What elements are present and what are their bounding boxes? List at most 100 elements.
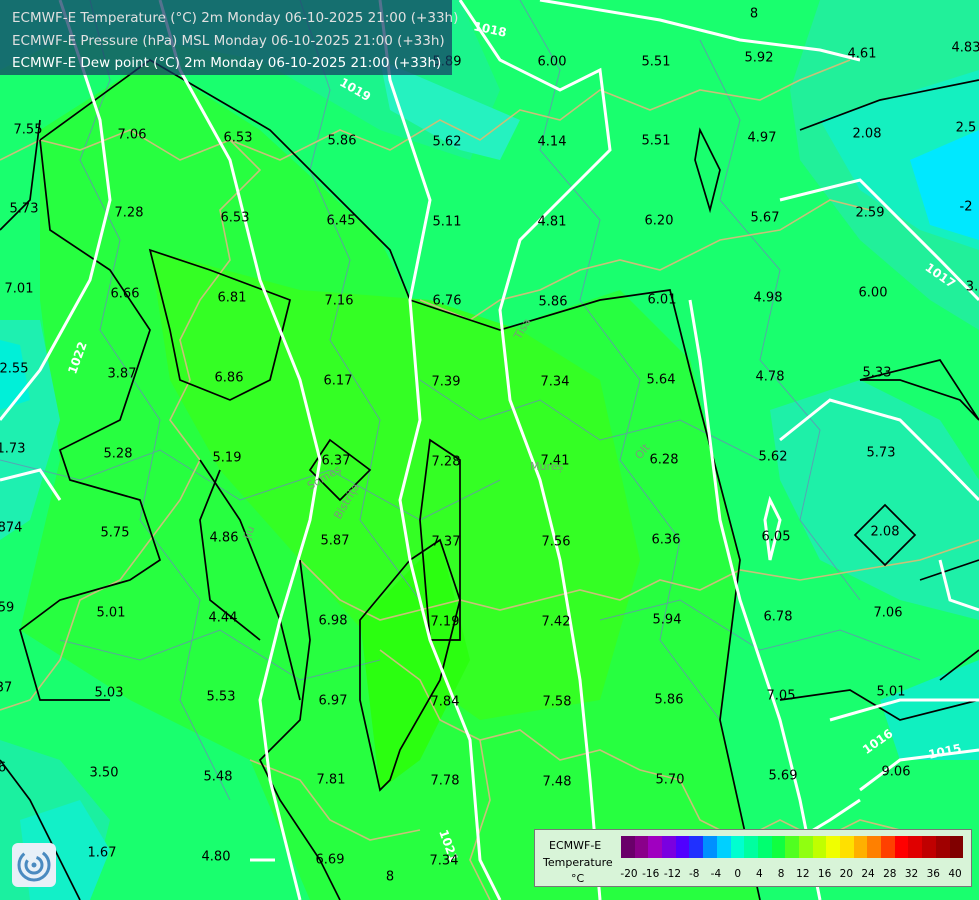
legend-tick-label: 40 bbox=[948, 868, 962, 880]
station-value: 5.51 bbox=[642, 134, 671, 149]
legend-model: ECMWF-E bbox=[549, 839, 602, 852]
station-value: 7.84 bbox=[431, 695, 460, 710]
station-value: 1.73 bbox=[0, 442, 25, 457]
station-value: 8 bbox=[750, 7, 758, 22]
station-value: 5.86 bbox=[655, 693, 684, 708]
station-value: 3. bbox=[966, 280, 978, 295]
legend-swatch bbox=[935, 836, 950, 858]
title-temperature: ECMWF-E Temperature (°C) 2m Monday 06-10… bbox=[12, 10, 459, 26]
station-value: 9.06 bbox=[882, 765, 911, 780]
station-value: 6.53 bbox=[221, 211, 250, 226]
station-value: 59 bbox=[0, 601, 14, 616]
station-value: 5.67 bbox=[751, 211, 780, 226]
station-value: 4.14 bbox=[538, 135, 567, 150]
legend-swatch bbox=[621, 836, 635, 858]
station-value: 7.39 bbox=[432, 375, 461, 390]
station-value: 5.62 bbox=[759, 450, 788, 465]
legend-swatch bbox=[648, 836, 663, 858]
legend-tick-label: 8 bbox=[777, 868, 785, 880]
station-value: 6.81 bbox=[218, 291, 247, 306]
legend-colorbar bbox=[621, 836, 964, 858]
station-value: 5.03 bbox=[95, 686, 124, 701]
station-value: 37 bbox=[0, 681, 12, 696]
station-value: 5.94 bbox=[653, 613, 682, 628]
station-value: 6.01 bbox=[648, 293, 677, 308]
station-value: 7.41 bbox=[541, 454, 570, 469]
legend-swatch bbox=[922, 836, 936, 858]
station-value: 6.97 bbox=[319, 694, 348, 709]
legend-swatch bbox=[716, 836, 731, 858]
station-value: 5.33 bbox=[863, 366, 892, 381]
station-value: 3.87 bbox=[108, 367, 137, 382]
station-value: 2.59 bbox=[856, 206, 885, 221]
station-value: 5.48 bbox=[204, 770, 233, 785]
station-value: 7.34 bbox=[541, 375, 570, 390]
station-value: 7.55 bbox=[14, 123, 43, 138]
station-value: 6.05 bbox=[762, 530, 791, 545]
station-value: 7.42 bbox=[542, 615, 571, 630]
station-value: 5.01 bbox=[877, 685, 906, 700]
legend-swatch bbox=[744, 836, 758, 858]
legend-swatch bbox=[689, 836, 704, 858]
station-value: 7.05 bbox=[767, 689, 796, 704]
station-value: 4.81 bbox=[538, 215, 567, 230]
station-value: 2.55 bbox=[0, 362, 28, 377]
station-value: 5.51 bbox=[642, 55, 671, 70]
station-value: 6.78 bbox=[764, 610, 793, 625]
station-value: 5.62 bbox=[433, 135, 462, 150]
legend-swatch bbox=[812, 836, 827, 858]
station-value: 4.83 bbox=[952, 41, 979, 56]
station-value: 6.20 bbox=[645, 214, 674, 229]
legend-swatch bbox=[949, 836, 964, 858]
title-dewpoint[interactable]: ECMWF-E Dew point (°C) 2m Monday 06-10-2… bbox=[12, 55, 441, 71]
station-value: 5.92 bbox=[745, 51, 774, 66]
station-value: 5.75 bbox=[101, 526, 130, 541]
station-value: 6.66 bbox=[111, 287, 140, 302]
legend-swatch bbox=[826, 836, 840, 858]
station-value: 5.73 bbox=[10, 202, 39, 217]
station-value: 2.08 bbox=[871, 525, 900, 540]
station-value: 7.28 bbox=[432, 455, 461, 470]
legend-tick-label: 36 bbox=[926, 868, 940, 880]
station-value: 6.53 bbox=[224, 131, 253, 146]
station-value: 8 bbox=[386, 870, 394, 885]
legend-swatch bbox=[798, 836, 813, 858]
legend-tick-label: 0 bbox=[734, 868, 741, 880]
station-value: 5.87 bbox=[321, 534, 350, 549]
station-value: 5.73 bbox=[867, 446, 896, 461]
station-value: 3.50 bbox=[90, 766, 119, 781]
station-value: 7.34 bbox=[430, 854, 459, 869]
legend-tick-label: -4 bbox=[710, 868, 722, 880]
station-value: 5.70 bbox=[656, 773, 685, 788]
legend-swatch bbox=[840, 836, 854, 858]
station-value: 5.86 bbox=[328, 134, 357, 149]
legend-swatch bbox=[881, 836, 895, 858]
legend-tick-label: 32 bbox=[904, 868, 919, 880]
station-value: 7.16 bbox=[325, 294, 354, 309]
station-value: 5.53 bbox=[207, 690, 236, 705]
legend-tick-label: 16 bbox=[817, 868, 832, 880]
station-value: 5.86 bbox=[539, 295, 568, 310]
legend-swatch bbox=[730, 836, 745, 858]
swirl-icon bbox=[17, 848, 51, 882]
station-value: 7.06 bbox=[118, 128, 147, 143]
station-value: 5.69 bbox=[769, 769, 798, 784]
logo bbox=[12, 843, 56, 887]
legend-swatch bbox=[785, 836, 799, 858]
temperature-fill bbox=[0, 0, 979, 900]
station-value: 6.00 bbox=[538, 55, 567, 70]
legend-tick-label: 12 bbox=[796, 868, 810, 880]
station-value: 6.37 bbox=[322, 454, 351, 469]
legend-tick-label: -20 bbox=[620, 868, 638, 880]
legend-tick-label: -12 bbox=[663, 868, 682, 880]
station-value: 7.56 bbox=[542, 535, 571, 550]
station-value: 4.97 bbox=[748, 131, 777, 146]
station-value: 7.19 bbox=[431, 615, 460, 630]
station-value: 7.01 bbox=[5, 282, 34, 297]
weather-map[interactable]: 1018 1019 1017 1022 1021 1016 1015 Tisa … bbox=[0, 0, 979, 900]
station-value: 6.69 bbox=[316, 853, 345, 868]
color-legend: ECMWF-E Temperature °C -20 -16 -12 -8 -4 0 4 8 1… bbox=[534, 829, 972, 887]
station-value: 4.86 bbox=[210, 531, 239, 546]
station-value: 5.19 bbox=[213, 451, 242, 466]
station-value: 5.11 bbox=[433, 215, 462, 230]
